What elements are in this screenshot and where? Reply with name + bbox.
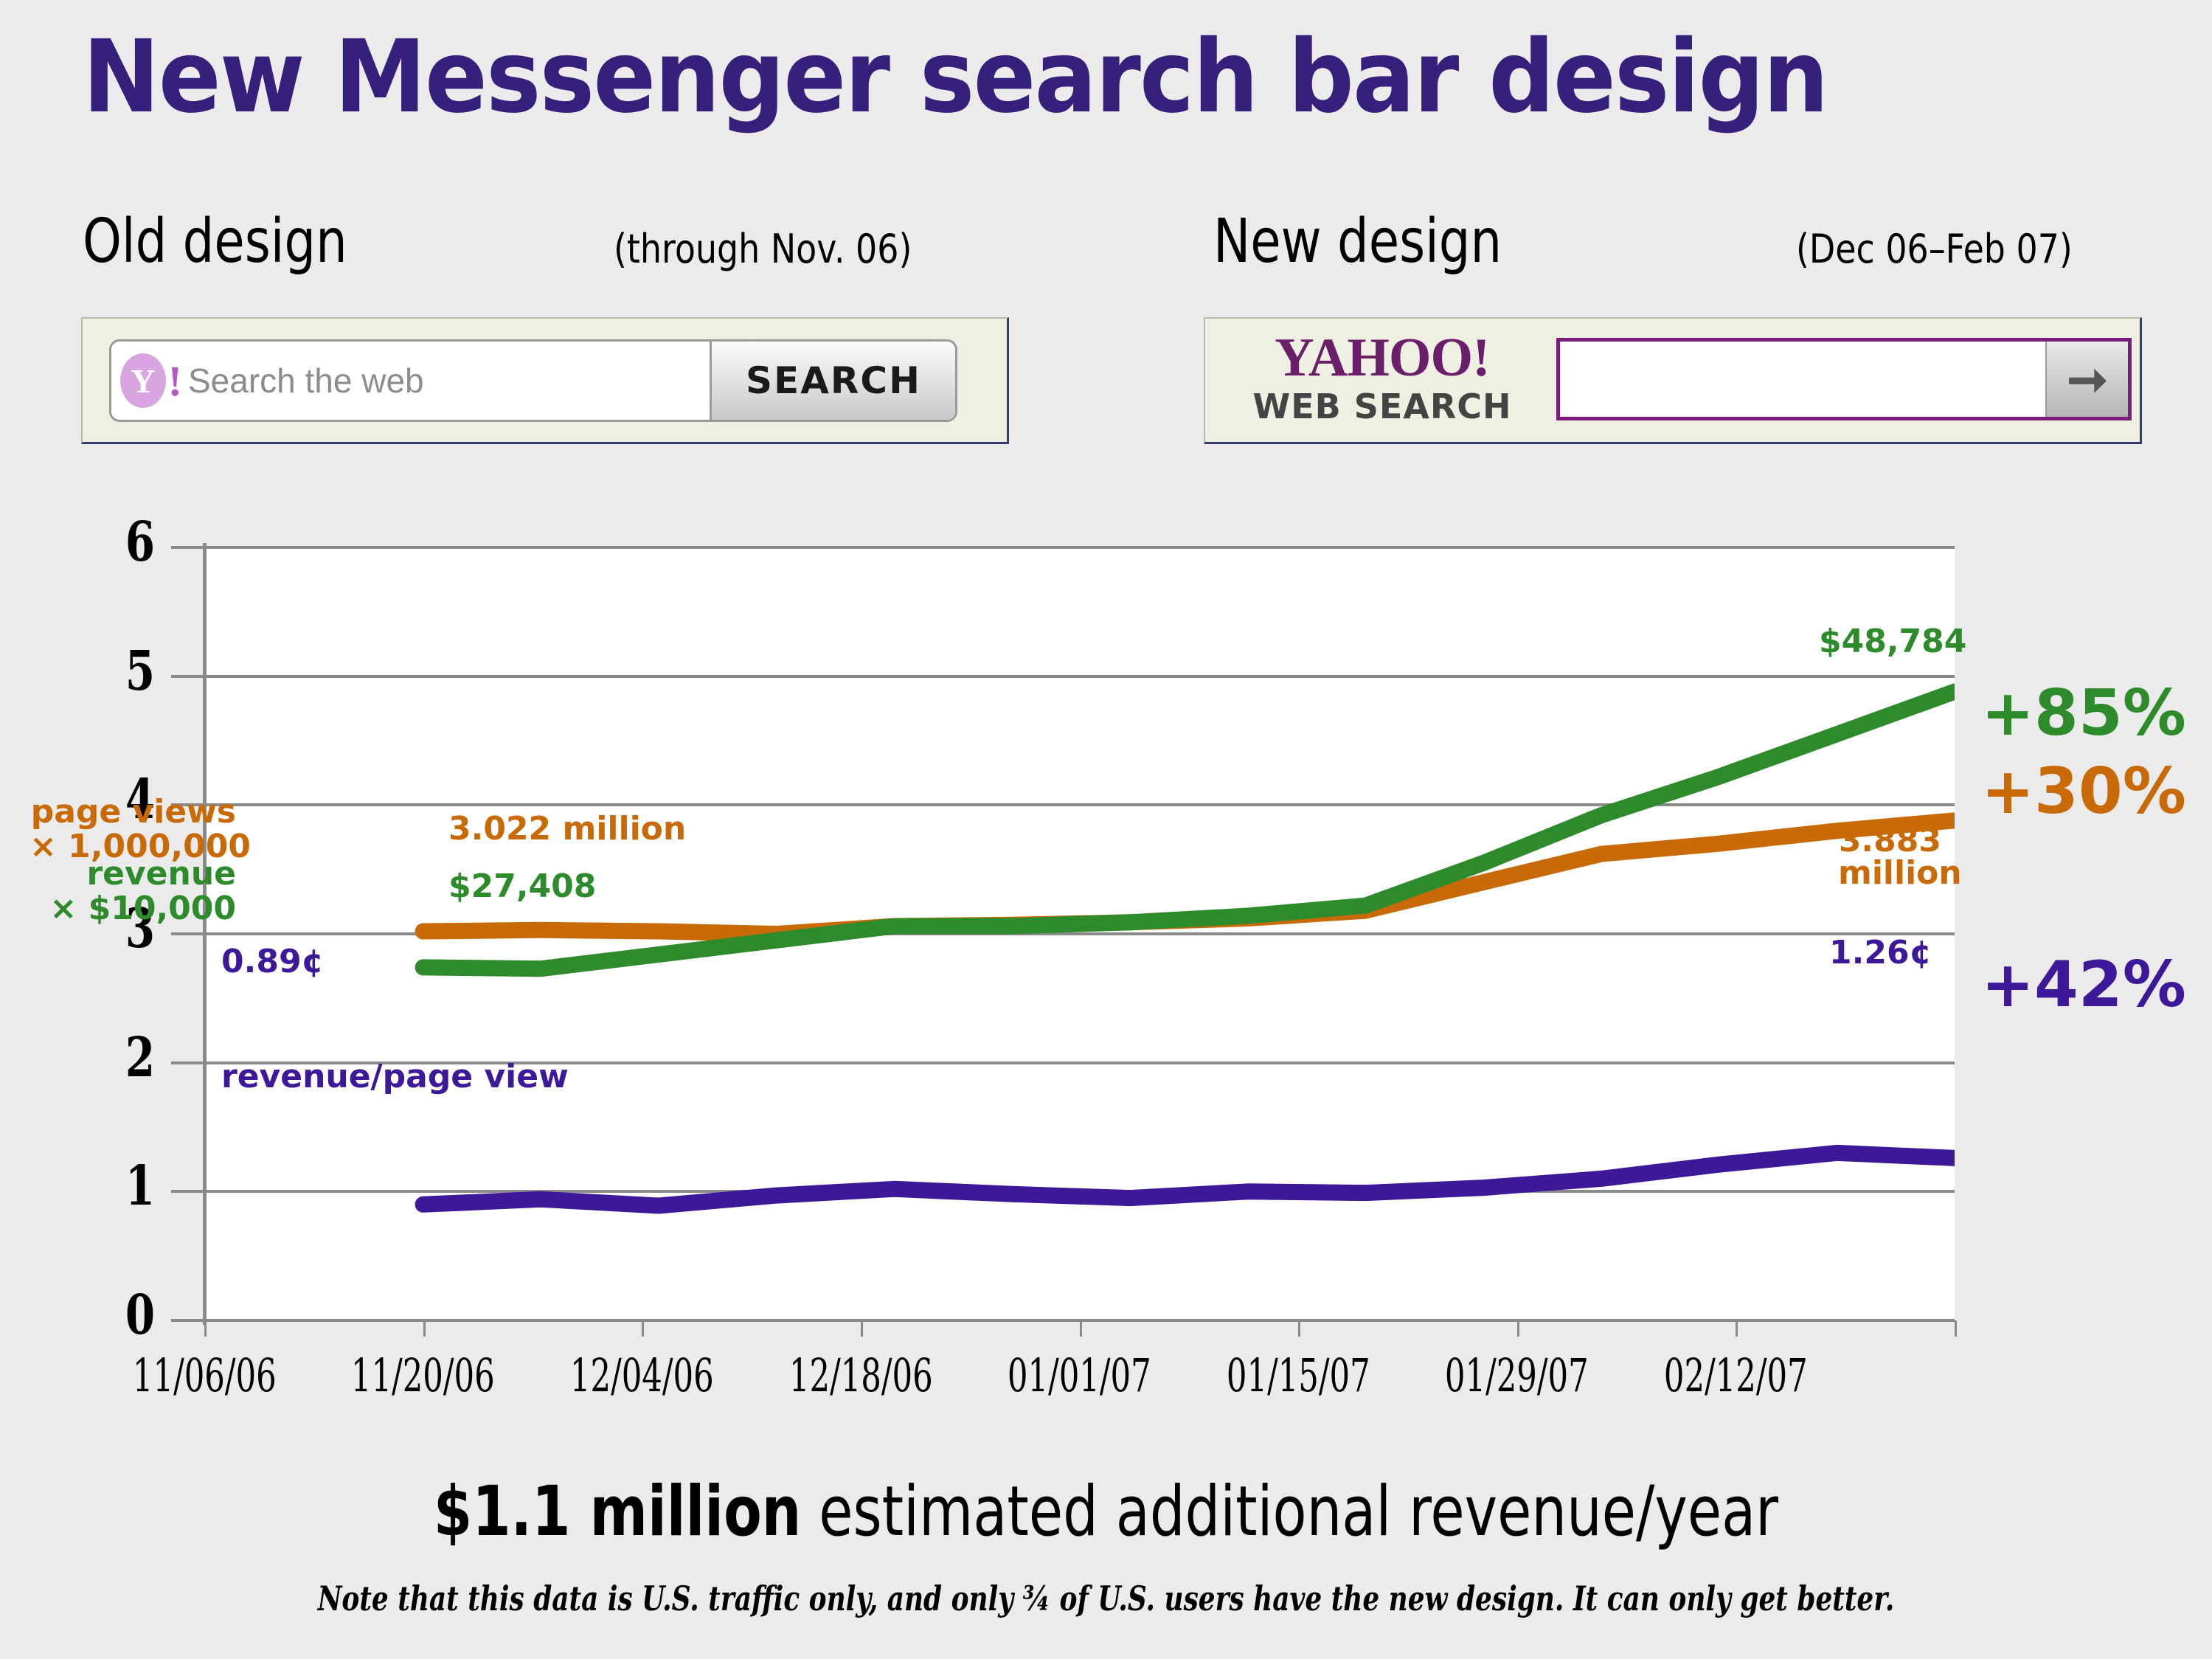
legend-revenue-line2: × $10,000 <box>49 889 236 927</box>
y-axis-tick <box>171 674 204 678</box>
yahoo-y-letter: Y <box>120 353 166 408</box>
new-search-field[interactable]: ➞ <box>1556 338 2132 421</box>
page-views-change-badge: +30% <box>1981 755 2186 828</box>
footer-headline: $1.1 million estimated additional revenu… <box>221 1472 1991 1552</box>
y-axis-tick <box>171 1061 204 1064</box>
legend-revenue-line1: revenue <box>86 855 236 893</box>
x-axis-label: 01/15/07 <box>1226 1348 1370 1402</box>
arrow-right-icon[interactable]: ➞ <box>2045 342 2128 418</box>
x-axis-label: 11/20/06 <box>351 1348 496 1402</box>
x-axis-label: 12/04/06 <box>569 1348 714 1402</box>
legend-page-views: page views × 1,000,000 <box>30 793 251 864</box>
series-line-revenue-per-page-view <box>415 1144 1955 1214</box>
page-views-end-label-line1: 3.883 <box>1838 822 1941 859</box>
revenue-end-label: $48,784 <box>1819 623 1967 660</box>
footer: $1.1 million estimated additional revenu… <box>0 1472 2212 1618</box>
new-search-bar-screenshot: YAHOO! WEB SEARCH ➞ <box>1204 317 2142 444</box>
x-axis-tick <box>860 1320 863 1337</box>
y-axis-label: 2 <box>125 1025 155 1090</box>
y-axis-tick <box>171 546 204 549</box>
rpv-end-label: 1.26¢ <box>1829 934 1932 971</box>
y-axis-label: 5 <box>125 639 155 703</box>
page-views-end-label: 3.883 million <box>1838 822 1962 892</box>
yahoo-exclamation: ! <box>167 356 182 405</box>
footer-rest: estimated additional revenue/year <box>801 1472 1779 1552</box>
yahoo-web-search-subtitle: WEB SEARCH <box>1252 387 1512 427</box>
x-axis-tick <box>1736 1320 1738 1337</box>
yahoo-y-bang-icon: Y ! <box>120 350 182 412</box>
page-views-end-label-line2: million <box>1838 854 1962 892</box>
old-search-widget[interactable]: Y ! Search the web SEARCH <box>109 339 957 422</box>
rpv-change-badge: +42% <box>1981 948 2186 1022</box>
x-axis-tick <box>1955 1320 1957 1337</box>
legend-revenue: revenue × $10,000 <box>30 855 236 927</box>
legend-page-views-line1: page views <box>30 793 236 831</box>
x-axis-tick <box>1079 1320 1082 1337</box>
chart-series-lines <box>415 683 1955 1214</box>
revenue-chart: 0123456 11/06/06 11/20/06 12/04/06 12/18/06… <box>0 510 2212 1402</box>
revenue-start-label: $27,408 <box>448 867 597 905</box>
rpv-start-label: 0.89¢ <box>221 943 325 980</box>
x-axis-tick <box>423 1320 426 1337</box>
y-axis-tick <box>171 1190 204 1194</box>
y-axis-label: 0 <box>125 1284 155 1347</box>
old-search-bar-screenshot: Y ! Search the web SEARCH <box>81 317 1009 444</box>
new-design-range: (Dec 06–Feb 07) <box>1796 226 2073 272</box>
page-views-start-label: 3.022 million <box>448 810 687 848</box>
x-axis-tick <box>204 1320 207 1337</box>
x-axis-label: 01/29/07 <box>1445 1348 1589 1402</box>
y-axis-label: 6 <box>125 510 155 574</box>
new-design-heading: New design <box>1213 207 1502 277</box>
legend-revenue-per-page-view: revenue/page view <box>221 1058 569 1095</box>
y-axis-tick <box>171 932 204 935</box>
old-design-range: (through Nov. 06) <box>614 226 912 272</box>
page-title: New Messenger search bar design <box>83 19 1828 136</box>
x-axis-tick <box>1516 1320 1519 1337</box>
x-axis-tick <box>642 1320 645 1337</box>
x-axis-tick <box>1298 1320 1301 1337</box>
old-search-input[interactable]: Search the web <box>182 361 710 401</box>
y-axis-tick <box>171 1319 204 1322</box>
x-axis-label: 12/18/06 <box>788 1348 933 1402</box>
x-axis-label: 01/01/07 <box>1008 1348 1151 1402</box>
x-axis-label: 02/12/07 <box>1663 1348 1808 1402</box>
yahoo-web-search-logo: YAHOO! WEB SEARCH <box>1227 328 1537 427</box>
slide-root: New Messenger search bar design Old desi… <box>0 0 2212 1659</box>
footer-highlight: $1.1 million <box>433 1472 802 1552</box>
y-axis-label: 1 <box>125 1154 155 1219</box>
yahoo-wordmark: YAHOO! <box>1275 328 1490 388</box>
old-search-button[interactable]: SEARCH <box>710 342 955 420</box>
footer-note: Note that this data is U.S. traffic only… <box>317 1579 1895 1618</box>
new-search-widget[interactable]: YAHOO! WEB SEARCH ➞ <box>1227 328 2132 427</box>
revenue-change-badge: +85% <box>1981 676 2186 750</box>
x-axis-label: 11/06/06 <box>132 1348 277 1402</box>
old-design-heading: Old design <box>83 207 347 277</box>
new-search-input[interactable] <box>1560 342 2045 418</box>
